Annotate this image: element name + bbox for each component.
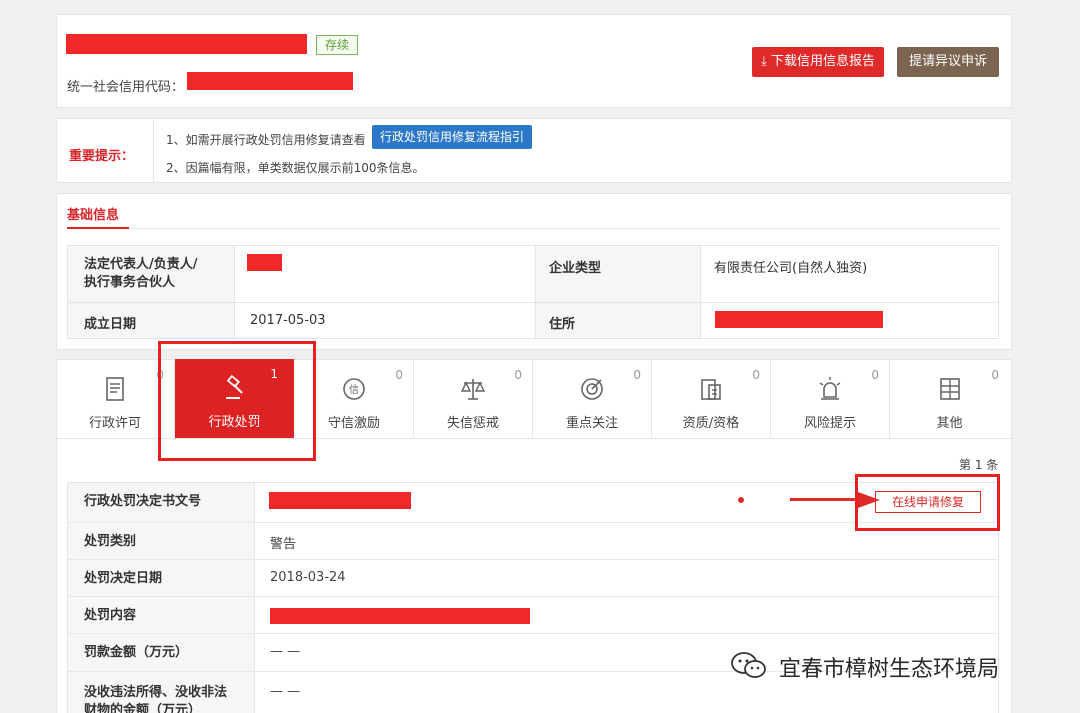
penalty-type-value: 警告 — [270, 537, 297, 552]
confiscation-value: — — — [270, 684, 301, 699]
established-date-label: 成立日期 — [84, 317, 137, 332]
tab-label: 行政许可 — [88, 416, 141, 431]
penalty-type-label: 处罚类别 — [84, 534, 137, 549]
established-date-value: 2017-05-03 — [250, 313, 326, 328]
record-counter: 第 1 条 — [959, 458, 999, 472]
tab-count: 0 — [633, 368, 641, 382]
legal-rep-redacted — [247, 254, 282, 271]
download-button-label: 下载信用信息报告 — [770, 54, 875, 69]
status-badge: 存续 — [316, 35, 358, 55]
notice-line-1: 1、如需开展行政处罚信用修复请查看 — [166, 133, 366, 147]
decision-date-label: 处罚决定日期 — [84, 571, 163, 586]
fine-amount-label: 罚款金额（万元） — [84, 645, 189, 660]
tab-label: 资质/资格 — [682, 416, 740, 431]
tab-count: 0 — [395, 368, 403, 382]
notice-label: 重要提示： — [69, 149, 135, 164]
tab-count: 0 — [752, 368, 760, 382]
address-redacted — [715, 311, 883, 328]
company-name-redacted — [66, 34, 307, 54]
tab-count: 0 — [871, 368, 879, 382]
svg-text:信: 信 — [349, 384, 359, 396]
appeal-button[interactable]: 提请异议申诉 — [897, 47, 999, 77]
basic-info-underline — [67, 227, 129, 229]
address-label: 住所 — [549, 317, 576, 332]
decision-date-value: 2018-03-24 — [270, 570, 346, 585]
confiscation-label: 没收违法所得、没收非法 财物的金额（万元） — [84, 685, 228, 713]
credit-code-redacted — [187, 72, 353, 90]
annotation-box-tab — [158, 341, 316, 461]
decision-number-redacted — [269, 492, 411, 509]
penalty-content-label: 处罚内容 — [84, 608, 137, 623]
section-divider — [67, 228, 999, 229]
fine-amount-value: — — — [270, 644, 301, 659]
basic-info-title: 基础信息 — [67, 208, 120, 223]
tab-dishonesty-punishment[interactable]: 失信惩戒 0 — [414, 360, 533, 438]
enterprise-type-value: 有限责任公司(自然人独资) — [714, 261, 868, 276]
download-icon: ⤓ — [761, 54, 767, 69]
tab-key-attention[interactable]: 重点关注 0 — [533, 360, 652, 438]
tab-label: 风险提示 — [803, 416, 856, 431]
notice-line-2: 2、因篇幅有限，单类数据仅展示前100条信息。 — [166, 161, 425, 175]
annotation-box-repair — [855, 474, 1000, 531]
enterprise-type-label: 企业类型 — [549, 261, 602, 276]
annotation-arrow — [790, 498, 860, 501]
tab-other[interactable]: 其他 0 — [890, 360, 1009, 438]
notice-divider — [153, 119, 154, 182]
credit-code-label: 统一社会信用代码： — [67, 80, 185, 95]
legal-rep-label: 法定代表人/负责人/ 执行事务合伙人 — [84, 257, 198, 290]
source-account-name: 宜春市樟树生态环境局 — [779, 657, 1000, 682]
download-report-button[interactable]: ⤓ 下载信用信息报告 — [752, 47, 884, 77]
marker-dot — [738, 497, 744, 503]
tab-label: 其他 — [936, 416, 963, 431]
table-row: 处罚决定日期 2018-03-24 — [68, 560, 998, 597]
tab-risk-warning[interactable]: 风险提示 0 — [771, 360, 890, 438]
tab-label: 重点关注 — [565, 416, 618, 431]
wechat-icon — [729, 649, 769, 683]
penalty-content-redacted — [270, 608, 530, 624]
repair-guide-link[interactable]: 行政处罚信用修复流程指引 — [372, 125, 532, 149]
tab-label: 失信惩戒 — [446, 416, 499, 431]
tab-count: 0 — [514, 368, 522, 382]
table-row: 处罚内容 — [68, 597, 998, 634]
decision-number-label: 行政处罚决定书文号 — [84, 494, 202, 509]
tab-qualification[interactable]: 资质/资格 0 — [652, 360, 771, 438]
tab-count: 0 — [991, 368, 999, 382]
